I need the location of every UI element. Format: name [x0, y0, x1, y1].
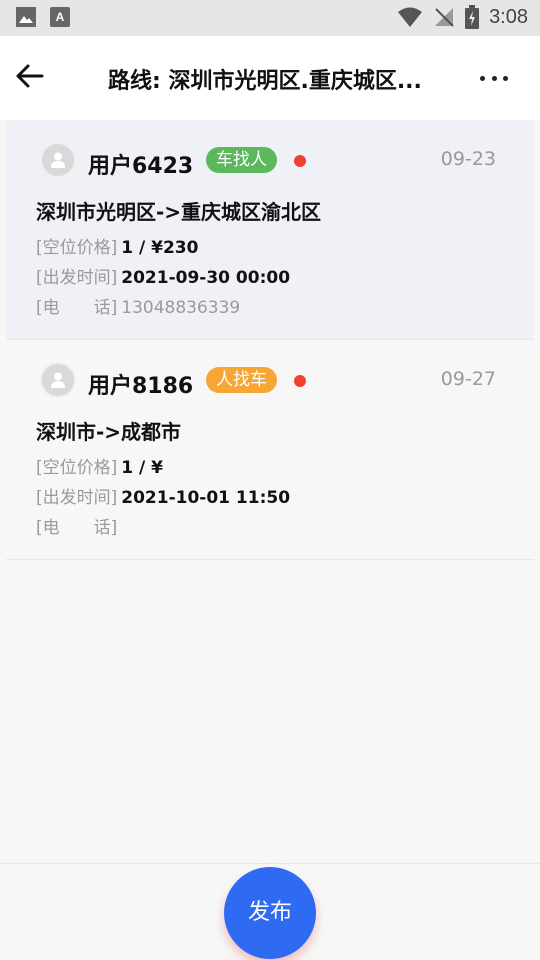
depart-time-label: [出发时间]: [36, 268, 118, 288]
post-date: 09-23: [440, 148, 496, 170]
user-icon: [51, 372, 65, 388]
back-button[interactable]: [14, 60, 46, 92]
phone-row: [电 话] 13048836339: [36, 293, 240, 318]
app-header: 路线: 深圳市光明区.重庆城区...: [0, 36, 540, 120]
username: 用户6423: [88, 154, 194, 179]
depart-time-value: 2021-09-30 00:00: [121, 268, 291, 288]
more-dot: [491, 75, 497, 81]
post-card[interactable]: 用户8186 人找车 09-27 深圳市->成都市 [空位价格] 1 / ¥ [出…: [6, 340, 534, 560]
avatar: [40, 362, 76, 398]
phone-label: [电 话]: [36, 298, 118, 318]
post-card[interactable]: 用户6423 车找人 09-23 深圳市光明区->重庆城区渝北区 [空位价格] 1…: [6, 120, 534, 340]
more-button[interactable]: [480, 68, 508, 88]
more-dots-icon: [480, 75, 485, 81]
status-bar-right: 3:08: [397, 5, 528, 29]
seat-price-value: 1 / ¥230: [121, 238, 199, 258]
a-keyboard-icon: A: [50, 7, 70, 27]
seat-price-label: [空位价格]: [36, 458, 118, 478]
status-bar: A 3:08: [0, 0, 540, 36]
phone-value[interactable]: 13048836339: [121, 298, 240, 318]
no-signal-icon: [435, 8, 454, 27]
status-bar-left: A: [16, 7, 70, 27]
wifi-icon: [398, 7, 423, 27]
depart-time-label: [出发时间]: [36, 488, 118, 508]
username: 用户8186: [88, 374, 194, 399]
page-title: 路线: 深圳市光明区.重庆城区...: [108, 69, 422, 94]
route-text: 深圳市->成都市: [36, 420, 182, 444]
phone-row: [电 话]: [36, 513, 121, 538]
unread-dot: [294, 375, 306, 387]
publish-button[interactable]: 发布: [224, 867, 316, 959]
avatar: [40, 142, 76, 178]
depart-time-row: [出发时间] 2021-09-30 00:00: [36, 263, 290, 288]
post-date: 09-27: [440, 368, 496, 390]
seat-price-row: [空位价格] 1 / ¥: [36, 453, 163, 478]
user-icon: [51, 152, 65, 168]
depart-time-row: [出发时间] 2021-10-01 11:50: [36, 483, 290, 508]
unread-dot: [294, 155, 306, 167]
more-dot: [503, 75, 508, 81]
seat-price-label: [空位价格]: [36, 238, 118, 258]
ride-type-badge: 车找人: [206, 147, 277, 173]
phone-label: [电 话]: [36, 518, 118, 538]
status-time: 3:08: [489, 5, 528, 28]
ride-type-badge: 人找车: [206, 367, 277, 393]
seat-price-row: [空位价格] 1 / ¥230: [36, 233, 198, 258]
depart-time-value: 2021-10-01 11:50: [121, 488, 291, 508]
battery-charging-icon: [465, 5, 480, 29]
arrow-left-icon: [16, 64, 44, 88]
seat-price-value: 1 / ¥: [121, 458, 163, 478]
route-text: 深圳市光明区->重庆城区渝北区: [36, 200, 322, 224]
gallery-icon: [16, 7, 36, 27]
